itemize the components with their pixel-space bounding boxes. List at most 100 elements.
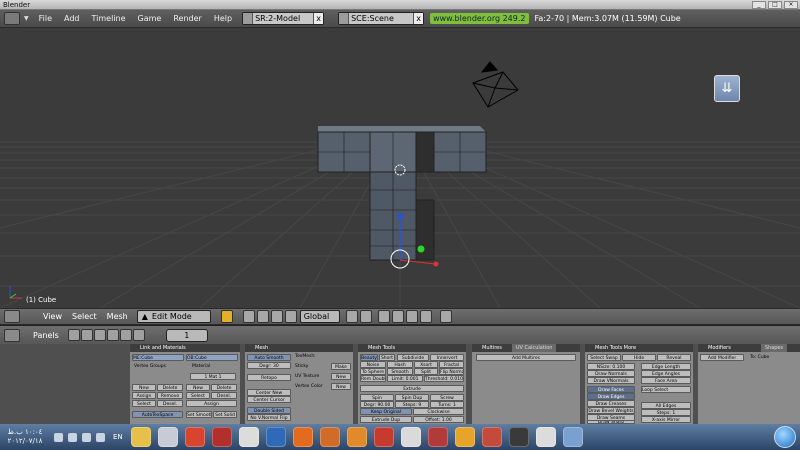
spin-dup-button[interactable]: Spin Dup: [395, 394, 429, 401]
layer-icon[interactable]: [345, 310, 358, 323]
reveal-button[interactable]: Reveal: [657, 354, 691, 361]
panel-title[interactable]: Mesh Tools: [358, 344, 466, 352]
select-swap-button[interactable]: Select Swap: [587, 354, 621, 361]
nsize-field[interactable]: NSize: 0.100: [587, 363, 635, 370]
spin-degr-field[interactable]: Degr: 90.00: [360, 401, 394, 408]
collapse-triangle-icon[interactable]: ▼: [24, 15, 29, 22]
taskbar-app-icon[interactable]: [373, 427, 394, 447]
screen-browse-icon[interactable]: [243, 13, 254, 24]
start-button[interactable]: [774, 426, 796, 448]
shapes-tab[interactable]: Shapes: [760, 344, 788, 352]
minimize-button[interactable]: _: [752, 1, 766, 9]
flip-normal-button[interactable]: Flip Normal: [439, 368, 464, 375]
menu-game[interactable]: Game: [132, 14, 168, 23]
center-new-button[interactable]: Center New: [247, 389, 291, 396]
menu-help[interactable]: Help: [208, 14, 238, 23]
window-type-button[interactable]: [4, 310, 20, 323]
all-edges-toggle[interactable]: All Edges: [641, 402, 691, 409]
taskbar-app-icon[interactable]: [562, 427, 583, 447]
autotexspace-toggle[interactable]: AutoTexSpace: [132, 411, 183, 418]
steps-field[interactable]: Steps: 1: [641, 409, 691, 416]
current-frame-field[interactable]: 1: [165, 328, 208, 342]
taskbar-app-icon[interactable]: [184, 427, 205, 447]
menu-add[interactable]: Add: [58, 14, 86, 23]
draw-normals-toggle[interactable]: Draw Normals: [587, 370, 635, 377]
taskbar-app-icon[interactable]: [346, 427, 367, 447]
vgroup-assign-button[interactable]: Assign: [132, 392, 156, 399]
draw-type-icon[interactable]: [220, 310, 233, 323]
tray-network-icon[interactable]: [82, 432, 91, 442]
view-navigation-button[interactable]: ⇊: [714, 75, 740, 102]
screen-delete-icon[interactable]: x: [313, 13, 324, 24]
innervert-button[interactable]: Innervert: [430, 354, 464, 361]
scene-delete-icon[interactable]: x: [413, 13, 424, 24]
occlude-icon[interactable]: [419, 310, 432, 323]
vgroup-select-button[interactable]: Select: [132, 400, 156, 407]
clockwise-toggle[interactable]: Clockwise: [413, 408, 464, 415]
scene-context-icon[interactable]: [132, 329, 145, 341]
object-context-icon[interactable]: [106, 329, 119, 341]
extrude-button[interactable]: Extrude: [360, 385, 464, 392]
material-slot-field[interactable]: 1 Mat 1: [190, 373, 236, 380]
transform-manipulator-icon[interactable]: [284, 310, 297, 323]
panel-title[interactable]: Multires: [482, 345, 502, 351]
to-sphere-button[interactable]: To Sphere: [360, 368, 386, 375]
hide-button[interactable]: Hide: [622, 354, 656, 361]
logic-context-icon[interactable]: [67, 329, 80, 341]
vgroup-deselect-button[interactable]: Desel.: [157, 400, 183, 407]
xsort-button[interactable]: Xsort: [414, 361, 438, 368]
material-delete-button[interactable]: Delete: [211, 384, 237, 391]
set-solid-button[interactable]: Set Solid: [213, 411, 237, 418]
uv-calculation-tab[interactable]: UV Calculation: [511, 344, 557, 352]
script-context-icon[interactable]: [80, 329, 93, 341]
set-smooth-button[interactable]: Set Smooth: [186, 411, 212, 418]
taskbar-app-icon[interactable]: [508, 427, 529, 447]
edge-length-toggle[interactable]: Edge Length: [641, 363, 691, 370]
x-axis-mirror-toggle[interactable]: X-axis Mirror: [641, 416, 691, 423]
no-vnormal-flip-toggle[interactable]: No V.Normal Flip: [247, 414, 291, 421]
panel-title[interactable]: Modifiers: [708, 345, 731, 351]
draw-bevel-weights-toggle[interactable]: Draw Bevel Weights: [587, 407, 635, 414]
window-type-button[interactable]: [4, 328, 20, 342]
beauty-toggle[interactable]: Beauty: [360, 354, 378, 361]
limit-field[interactable]: Limit: 0.001: [387, 375, 423, 382]
mode-label[interactable]: Edit Mode: [152, 312, 192, 321]
short-toggle[interactable]: Short: [379, 354, 395, 361]
system-clock[interactable]: ١٠:٠٤ ب.ظ ٢٠١٢/٠٧/١٨: [0, 428, 50, 446]
shading-context-icon[interactable]: [93, 329, 106, 341]
threshold-field[interactable]: Threshold: 0.010: [424, 375, 464, 382]
hash-button[interactable]: Hash: [387, 361, 413, 368]
split-button[interactable]: Split: [414, 368, 438, 375]
close-button[interactable]: ×: [784, 1, 798, 9]
face-area-toggle[interactable]: Face Area: [641, 377, 691, 384]
editing-context-icon[interactable]: [119, 329, 132, 341]
menu-mesh[interactable]: Mesh: [102, 312, 133, 321]
loop-select-dropdown[interactable]: Loop Select: [641, 386, 691, 393]
auto-smooth-degr-field[interactable]: Degr: 30: [247, 362, 291, 369]
object-datablock-field[interactable]: OB:Cube: [186, 354, 238, 361]
material-select-button[interactable]: Select: [186, 392, 210, 399]
spin-steps-field[interactable]: Steps: 9: [395, 401, 429, 408]
mode-selector[interactable]: ▲ Edit Mode: [136, 310, 211, 323]
mesh-datablock-field[interactable]: ME:Cube: [132, 354, 184, 361]
scene-name[interactable]: SCE:Scene: [351, 14, 394, 23]
edge-angles-toggle[interactable]: Edge Angles: [641, 370, 691, 377]
taskbar-app-icon[interactable]: [130, 427, 151, 447]
pivot-icon[interactable]: [256, 310, 269, 323]
smooth-button[interactable]: Smooth: [387, 368, 413, 375]
menu-timeline[interactable]: Timeline: [86, 14, 132, 23]
tray-notification-icon[interactable]: [54, 432, 63, 442]
taskbar-app-icon[interactable]: [319, 427, 340, 447]
uv-texture-new-button[interactable]: New: [331, 373, 351, 380]
spin-button[interactable]: Spin: [360, 394, 394, 401]
sticky-make-button[interactable]: Make: [331, 363, 351, 370]
draw-creases-toggle[interactable]: Draw Creases: [587, 400, 635, 407]
taskbar-app-icon[interactable]: [292, 427, 313, 447]
taskbar-app-icon[interactable]: [265, 427, 286, 447]
blender-url-badge[interactable]: www.blender.org 249.2: [430, 13, 529, 24]
vgroup-remove-button[interactable]: Remove: [157, 392, 183, 399]
snap-icon[interactable]: [359, 310, 372, 323]
screen-name[interactable]: SR:2-Model: [255, 14, 300, 23]
scene-browse-icon[interactable]: [339, 13, 350, 24]
double-sided-toggle[interactable]: Double Sided: [247, 407, 291, 414]
